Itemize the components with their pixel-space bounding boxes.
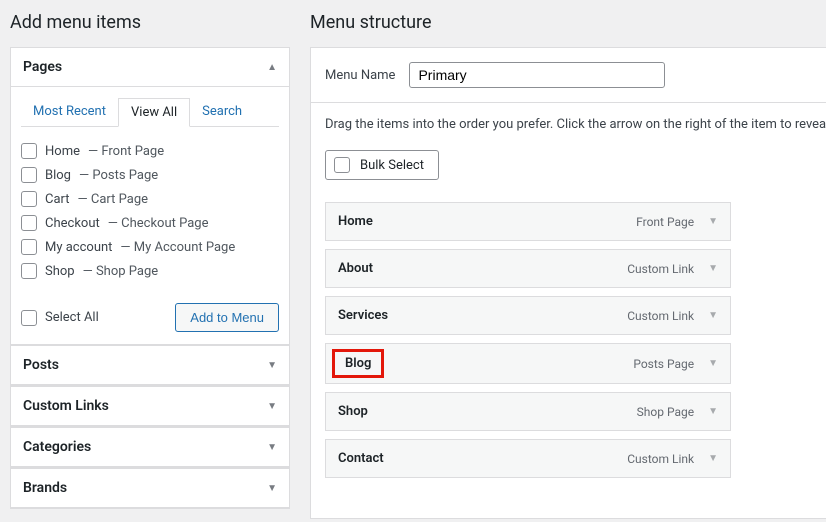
accordion-categories[interactable]: Categories ▼ bbox=[11, 428, 289, 467]
menu-item-name: Shop bbox=[338, 404, 368, 419]
bulk-select-button[interactable]: Bulk Select bbox=[325, 150, 439, 180]
menu-item-contact[interactable]: Contact Custom Link ▼ bbox=[325, 439, 731, 478]
page-name: Shop bbox=[45, 264, 75, 279]
menu-item-blog[interactable]: Blog Posts Page ▼ bbox=[325, 343, 731, 384]
accordion-label: Brands bbox=[23, 480, 67, 496]
checkbox[interactable] bbox=[21, 215, 37, 231]
page-checkbox-item[interactable]: Checkout — Checkout Page bbox=[21, 211, 279, 235]
menu-item-name: Contact bbox=[338, 451, 384, 466]
menu-item-type: Posts Page bbox=[633, 357, 694, 371]
menu-name-input[interactable] bbox=[409, 62, 665, 88]
triangle-down-icon: ▼ bbox=[267, 483, 277, 494]
add-to-menu-button[interactable]: Add to Menu bbox=[175, 303, 279, 332]
accordion-brands[interactable]: Brands ▼ bbox=[11, 469, 289, 508]
select-all-label: Select All bbox=[45, 310, 99, 325]
menu-item-name: About bbox=[338, 261, 373, 276]
accordion-pages[interactable]: Pages ▲ bbox=[11, 48, 289, 87]
menu-item-shop[interactable]: Shop Shop Page ▼ bbox=[325, 392, 731, 431]
triangle-down-icon[interactable]: ▼ bbox=[708, 453, 718, 464]
triangle-down-icon[interactable]: ▼ bbox=[708, 263, 718, 274]
menu-item-name: Blog bbox=[332, 349, 384, 378]
select-all[interactable]: Select All bbox=[21, 310, 99, 326]
menu-item-services[interactable]: Services Custom Link ▼ bbox=[325, 296, 731, 335]
page-name: Blog bbox=[45, 168, 71, 183]
checkbox[interactable] bbox=[21, 191, 37, 207]
accordion-posts[interactable]: Posts ▼ bbox=[11, 346, 289, 385]
menu-item-type: Shop Page bbox=[637, 405, 694, 419]
accordion-label: Custom Links bbox=[23, 398, 109, 414]
tab-most-recent[interactable]: Most Recent bbox=[21, 98, 118, 127]
page-suffix: — Posts Page bbox=[79, 168, 158, 183]
checkbox[interactable] bbox=[21, 167, 37, 183]
menu-item-home[interactable]: Home Front Page ▼ bbox=[325, 202, 731, 241]
accordion-label: Categories bbox=[23, 439, 91, 455]
page-checkbox-item[interactable]: Shop — Shop Page bbox=[21, 259, 279, 283]
page-name: My account bbox=[45, 240, 112, 255]
checkbox[interactable] bbox=[21, 239, 37, 255]
menu-item-type: Front Page bbox=[636, 215, 694, 229]
menu-item-name: Services bbox=[338, 308, 388, 323]
page-suffix: — Checkout Page bbox=[108, 216, 209, 231]
instructions-text: Drag the items into the order you prefer… bbox=[325, 117, 826, 132]
page-name: Home bbox=[45, 144, 80, 159]
page-suffix: — Cart Page bbox=[78, 192, 149, 207]
bulk-select-label: Bulk Select bbox=[360, 158, 424, 173]
triangle-down-icon[interactable]: ▼ bbox=[708, 406, 718, 417]
menu-item-type: Custom Link bbox=[627, 452, 694, 466]
triangle-down-icon[interactable]: ▼ bbox=[708, 310, 718, 321]
bulk-select-checkbox[interactable] bbox=[334, 157, 350, 173]
tab-search[interactable]: Search bbox=[190, 98, 254, 127]
page-checkbox-item[interactable]: Home — Front Page bbox=[21, 139, 279, 163]
triangle-down-icon[interactable]: ▼ bbox=[708, 358, 718, 369]
accordion-pages-label: Pages bbox=[23, 59, 62, 75]
select-all-checkbox[interactable] bbox=[21, 310, 37, 326]
page-suffix: — Front Page bbox=[88, 144, 164, 159]
add-items-heading: Add menu items bbox=[10, 12, 290, 33]
triangle-down-icon: ▼ bbox=[267, 401, 277, 412]
menu-item-name: Home bbox=[338, 214, 373, 229]
checkbox[interactable] bbox=[21, 143, 37, 159]
accordion-label: Posts bbox=[23, 357, 59, 373]
menu-item-about[interactable]: About Custom Link ▼ bbox=[325, 249, 731, 288]
triangle-down-icon: ▼ bbox=[267, 442, 277, 453]
checkbox[interactable] bbox=[21, 263, 37, 279]
page-checkbox-item[interactable]: Cart — Cart Page bbox=[21, 187, 279, 211]
triangle-up-icon: ▲ bbox=[267, 62, 277, 73]
page-checkbox-item[interactable]: Blog — Posts Page bbox=[21, 163, 279, 187]
triangle-down-icon[interactable]: ▼ bbox=[708, 216, 718, 227]
page-name: Checkout bbox=[45, 216, 100, 231]
triangle-down-icon: ▼ bbox=[267, 360, 277, 371]
page-checkbox-item[interactable]: My account — My Account Page bbox=[21, 235, 279, 259]
menu-name-label: Menu Name bbox=[325, 68, 395, 83]
menu-item-type: Custom Link bbox=[627, 309, 694, 323]
page-name: Cart bbox=[45, 192, 70, 207]
menu-structure-heading: Menu structure bbox=[310, 12, 826, 33]
menu-item-type: Custom Link bbox=[627, 262, 694, 276]
page-suffix: — Shop Page bbox=[83, 264, 159, 279]
accordion-custom-links[interactable]: Custom Links ▼ bbox=[11, 387, 289, 426]
tab-view-all[interactable]: View All bbox=[118, 98, 190, 127]
page-suffix: — My Account Page bbox=[120, 240, 235, 255]
